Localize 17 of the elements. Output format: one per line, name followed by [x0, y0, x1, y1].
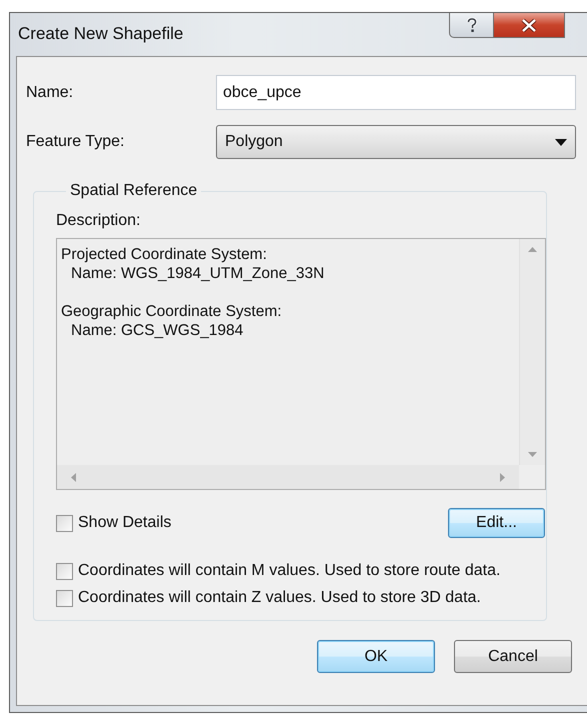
description-label: Description:	[56, 212, 142, 230]
edit-button[interactable]: Edit...	[448, 508, 545, 538]
dialog-button[interactable]: OK	[317, 640, 435, 673]
description-entry: Name: GCS_WGS_1984	[70, 321, 244, 340]
description-heading: Geographic Coordinate System:	[61, 302, 283, 321]
field-label: Feature Type:	[26, 133, 126, 151]
feature-type-dropdown[interactable]: Polygon	[216, 125, 576, 159]
dialog-button[interactable]: Cancel	[454, 640, 572, 673]
checkbox-label: Show Details	[78, 514, 172, 532]
name-field[interactable]: obce_upce	[216, 75, 576, 110]
checkbox-label: Coordinates will contain M values. Used to store route data.	[78, 562, 500, 580]
window-title: Create New Shapefile	[18, 24, 184, 44]
description-heading: Projected Coordinate System:	[61, 245, 268, 264]
group-title: Spatial Reference	[69, 182, 198, 200]
field-label: Name:	[26, 84, 74, 102]
description-entry: Name: WGS_1984_UTM_Zone_33N	[70, 264, 326, 283]
checkbox-label: Coordinates will contain Z values. Used to store 3D data.	[78, 589, 481, 607]
